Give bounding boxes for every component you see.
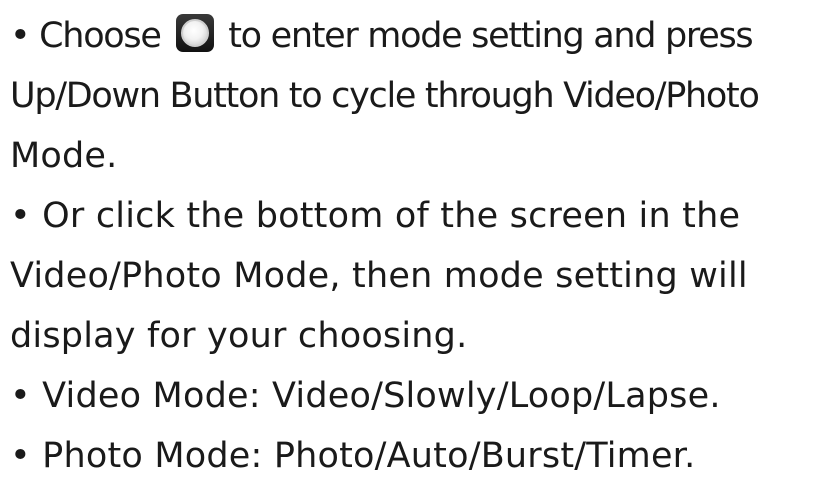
line-3: Mode.	[10, 136, 118, 176]
line-1: • Choose to enter mode setting and press	[10, 6, 810, 66]
instruction-text: • Choose to enter mode setting and press…	[10, 6, 810, 486]
mode-dial-icon	[176, 14, 215, 52]
line-7: • Video Mode: Video/Slowly/Loop/Lapse.	[10, 376, 721, 416]
line-8: • Photo Mode: Photo/Auto/Burst/Timer.	[10, 436, 696, 476]
line-2: Up/Down Button to cycle through Video/Ph…	[10, 76, 760, 116]
line-6: display for your choosing.	[10, 316, 468, 356]
line-5: Video/Photo Mode, then mode setting will	[10, 256, 748, 296]
choose-text: • Choose	[10, 16, 162, 56]
enter-mode-text: to enter mode setting and press	[228, 16, 753, 56]
line-4: • Or click the bottom of the screen in t…	[10, 196, 741, 236]
